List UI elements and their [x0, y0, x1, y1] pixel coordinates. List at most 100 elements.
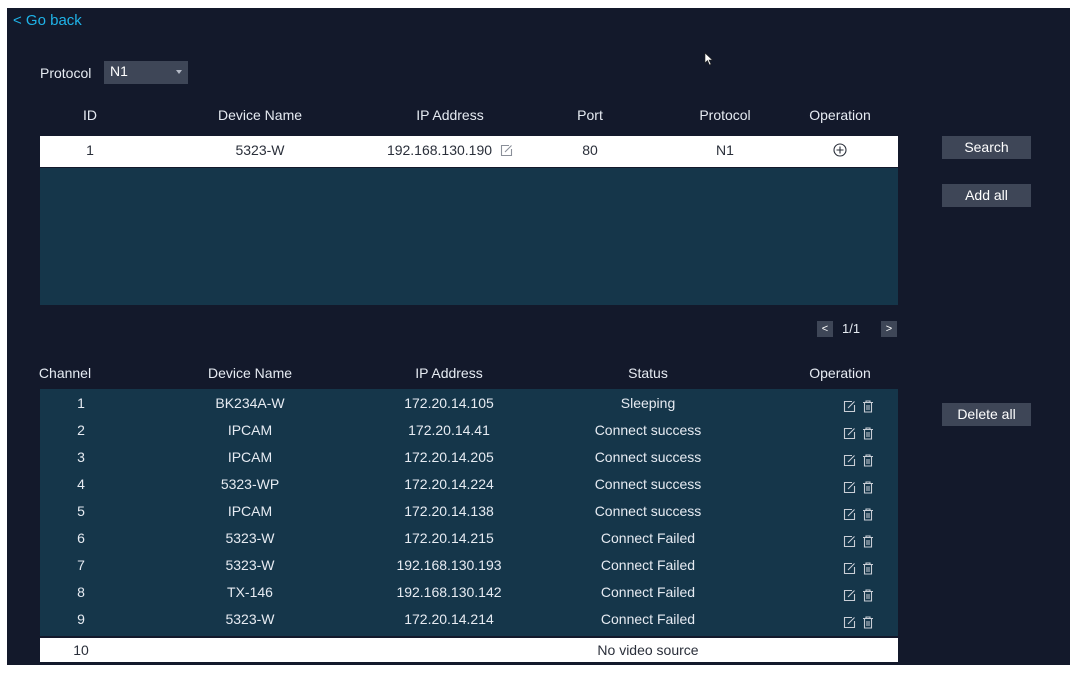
edit-icon[interactable] [500, 144, 513, 157]
cell-ip-address: 192.168.130.142 [396, 584, 502, 600]
edit-icon[interactable] [843, 508, 856, 521]
next-page-button[interactable]: > [881, 321, 897, 337]
plus-circle-icon[interactable] [833, 143, 847, 157]
channel-table-row[interactable]: 9 5323-W 172.20.14.214 Connect Failed [40, 608, 898, 630]
channel-table-row[interactable]: 8 TX-146 192.168.130.142 Connect Failed [40, 581, 898, 603]
channel-table-body: 1 BK234A-W 172.20.14.105 Sleeping 2 IPCAM 172.… [40, 389, 898, 636]
edit-icon[interactable] [843, 400, 856, 413]
cell-ip-address: 172.20.14.224 [404, 476, 494, 492]
protocol-label: Protocol [40, 65, 92, 81]
channel-table-row[interactable]: 1 BK234A-W 172.20.14.105 Sleeping [40, 392, 898, 414]
trash-icon[interactable] [862, 589, 874, 602]
cell-ip-address: 172.20.14.214 [404, 611, 494, 627]
search-button[interactable]: Search [942, 136, 1031, 159]
cell-ip-address: 172.20.14.205 [404, 449, 494, 465]
page-indicator: 1/1 [842, 321, 861, 336]
cell-channel: 8 [77, 584, 85, 600]
cell-ip-address: 192.168.130.190 [350, 142, 550, 158]
channel-table-row[interactable]: 3 IPCAM 172.20.14.205 Connect success [40, 446, 898, 468]
cell-channel: 5 [77, 503, 85, 519]
trash-icon[interactable] [862, 400, 874, 413]
trash-icon[interactable] [862, 481, 874, 494]
cell-status: Connect Failed [600, 584, 696, 600]
header-ip-address: IP Address [415, 365, 483, 381]
cell-channel: 7 [77, 557, 85, 573]
edit-icon[interactable] [843, 481, 856, 494]
search-table-empty-area [40, 168, 898, 305]
cell-device-name: TX-146 [227, 584, 273, 600]
edit-icon[interactable] [843, 562, 856, 575]
header-operation: Operation [809, 365, 871, 381]
edit-icon[interactable] [843, 616, 856, 629]
cell-status: Connect success [594, 476, 702, 492]
cell-device-name: IPCAM [227, 422, 273, 438]
cell-device-name: 5323-W [225, 530, 275, 546]
device-manager-panel: < Go back Protocol N1 ID Device Name IP … [7, 8, 1070, 665]
trash-icon[interactable] [862, 616, 874, 629]
cell-status: Connect Failed [600, 530, 696, 546]
channel-table-row[interactable]: 4 5323-WP 172.20.14.224 Connect success [40, 473, 898, 495]
header-id: ID [83, 107, 97, 123]
protocol-select-value: N1 [110, 63, 128, 79]
cell-channel: 1 [77, 395, 85, 411]
cell-ip-address: 192.168.130.193 [396, 557, 502, 573]
cell-device-name: IPCAM [227, 449, 273, 465]
search-table-header: ID Device Name IP Address Port Protocol … [40, 105, 898, 127]
prev-page-button[interactable]: < [817, 321, 833, 337]
delete-all-button[interactable]: Delete all [942, 403, 1031, 426]
chevron-down-icon [176, 70, 182, 74]
trash-icon[interactable] [862, 427, 874, 440]
channel-table-row-empty[interactable]: 10 No video source [40, 638, 898, 662]
trash-icon[interactable] [862, 562, 874, 575]
header-device-name: Device Name [207, 365, 293, 381]
cell-status: No video source [597, 642, 699, 658]
channel-table-row[interactable]: 7 5323-W 192.168.130.193 Connect Failed [40, 554, 898, 576]
cell-operation [790, 142, 890, 158]
header-device-name: Device Name [217, 107, 303, 123]
cell-status: Connect success [594, 449, 702, 465]
channel-table-row[interactable]: 2 IPCAM 172.20.14.41 Connect success [40, 419, 898, 441]
cell-status: Connect Failed [600, 611, 696, 627]
cell-status: Sleeping [620, 395, 676, 411]
cell-ip-address: 172.20.14.41 [408, 422, 490, 438]
header-protocol: Protocol [699, 107, 751, 123]
edit-icon[interactable] [843, 589, 856, 602]
cell-id: 1 [86, 142, 94, 158]
cell-channel: 10 [73, 642, 89, 658]
cell-ip-value: 192.168.130.190 [386, 142, 493, 158]
protocol-select[interactable]: N1 [104, 61, 188, 84]
cell-device-name: 5323-W [225, 611, 275, 627]
cell-protocol: N1 [716, 142, 734, 158]
edit-icon[interactable] [843, 454, 856, 467]
channel-table-header: Channel Device Name IP Address Status Op… [39, 363, 898, 385]
edit-icon[interactable] [843, 427, 856, 440]
trash-icon[interactable] [862, 454, 874, 467]
cell-channel: 2 [77, 422, 85, 438]
trash-icon[interactable] [862, 508, 874, 521]
add-all-button[interactable]: Add all [942, 184, 1031, 207]
header-status: Status [628, 365, 668, 381]
trash-icon[interactable] [862, 535, 874, 548]
channel-table-row[interactable]: 5 IPCAM 172.20.14.138 Connect success [40, 500, 898, 522]
cell-device-name: 5323-WP [220, 476, 280, 492]
header-port: Port [577, 107, 603, 123]
cell-channel: 3 [77, 449, 85, 465]
channel-table-row[interactable]: 6 5323-W 172.20.14.215 Connect Failed [40, 527, 898, 549]
cell-port: 80 [582, 142, 598, 158]
mouse-pointer-icon [704, 52, 714, 66]
cell-ip-address: 172.20.14.138 [404, 503, 494, 519]
search-table-row[interactable]: 1 5323-W 192.168.130.190 80 N1 [40, 136, 898, 167]
cell-status: Connect success [594, 503, 702, 519]
cell-channel: 9 [77, 611, 85, 627]
cell-device-name: 5323-W [225, 557, 275, 573]
cell-channel: 6 [77, 530, 85, 546]
pagination: < 1/1 > [817, 319, 897, 339]
cell-status: Connect success [594, 422, 702, 438]
cell-device-name: IPCAM [227, 503, 273, 519]
header-ip-address: IP Address [416, 107, 484, 123]
header-operation: Operation [809, 107, 871, 123]
go-back-link[interactable]: < Go back [13, 12, 82, 29]
cell-status: Connect Failed [600, 557, 696, 573]
edit-icon[interactable] [843, 535, 856, 548]
cell-ip-address: 172.20.14.215 [404, 530, 494, 546]
